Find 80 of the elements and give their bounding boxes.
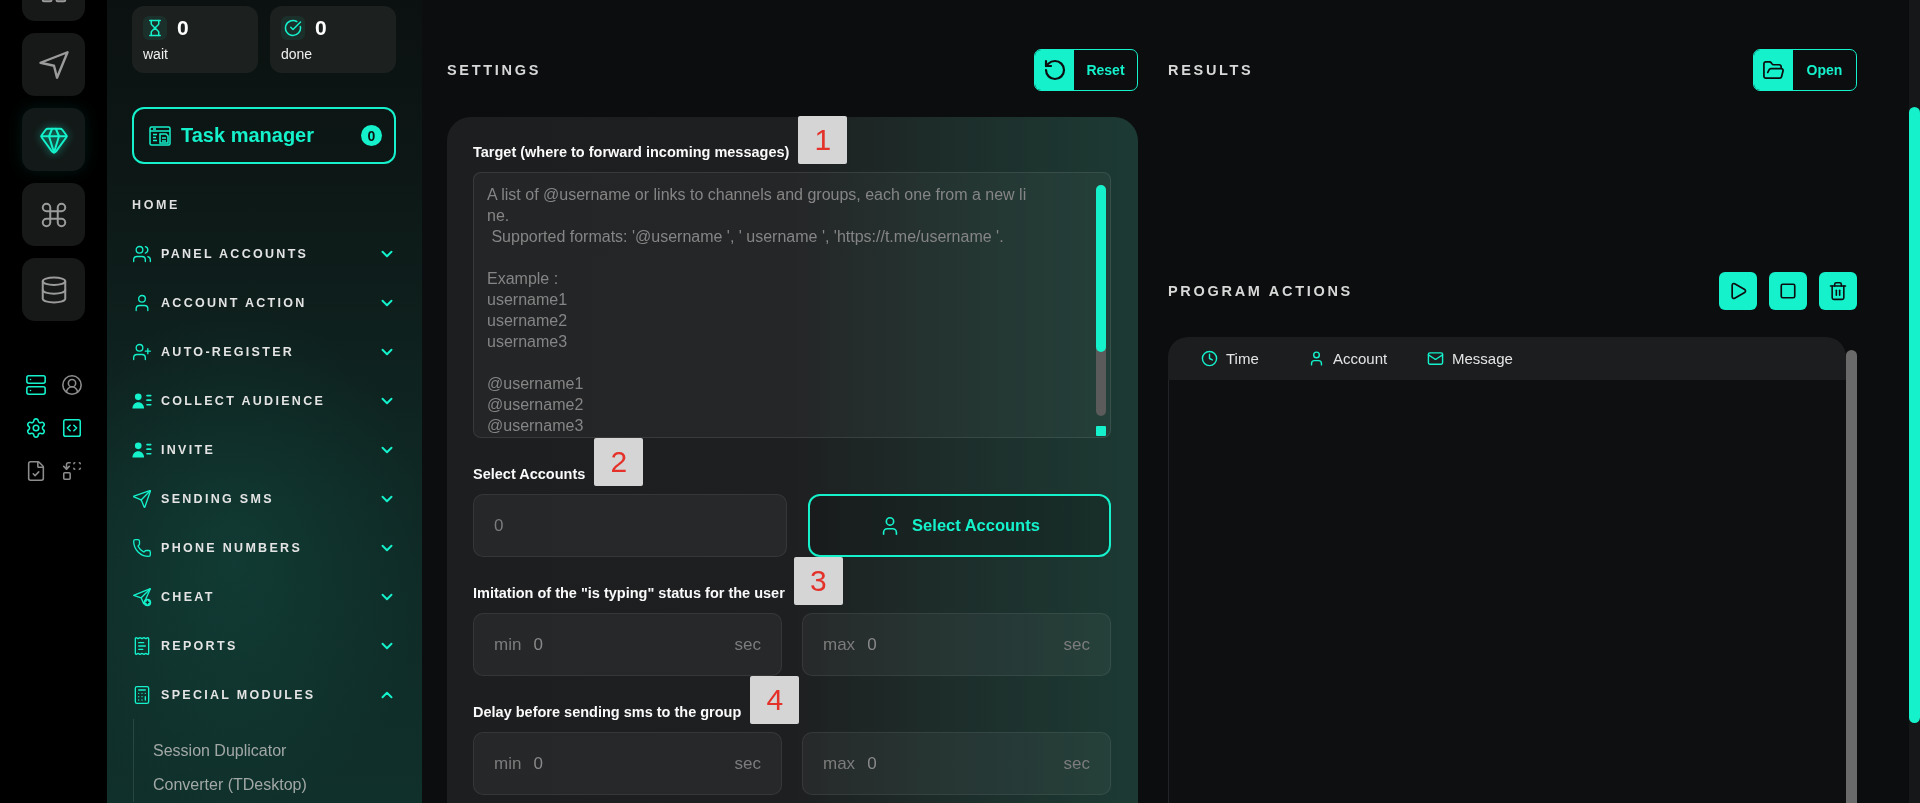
server-icon[interactable] — [25, 374, 47, 396]
nav-item[interactable]: HOME — [132, 180, 180, 229]
section-title: PROGRAM ACTIONS — [1168, 283, 1353, 299]
nav-item[interactable]: PANEL ACCOUNTS — [132, 229, 396, 278]
nav-item[interactable]: INVITE — [132, 425, 396, 474]
nav-item[interactable]: COLLECT AUDIENCE — [132, 376, 396, 425]
clock-icon — [1201, 350, 1218, 367]
calculator-icon — [132, 684, 152, 705]
folder-icon — [1754, 50, 1793, 90]
code-window-icon[interactable] — [61, 417, 83, 439]
scrollbar-track[interactable] — [1096, 185, 1106, 416]
start-button[interactable] — [1719, 272, 1757, 310]
user-icon — [1308, 350, 1325, 367]
paper-plane-icon — [38, 49, 69, 80]
field-label: Delay before sending sms to the group — [473, 704, 742, 720]
mail-icon — [1427, 350, 1444, 367]
stat-label: done — [281, 46, 313, 62]
scrollbar-thumb[interactable] — [1096, 185, 1106, 352]
nav-item[interactable]: ACCOUNT ACTION — [132, 278, 396, 327]
seconds-input[interactable]: min 0 sec — [473, 732, 782, 795]
task-manager-button[interactable]: Task manager 0 — [132, 107, 396, 164]
receipt-icon — [132, 635, 152, 656]
accounts-count-field[interactable]: 0 — [473, 494, 787, 557]
check-circle-icon — [281, 16, 305, 40]
stat-value: 0 — [315, 16, 327, 40]
scrollbar-track[interactable] — [1909, 0, 1920, 803]
nav-item[interactable]: SPECIAL MODULES — [132, 670, 396, 719]
field-label: Select Accounts — [473, 466, 586, 482]
nav-item[interactable]: CHEAT — [132, 572, 396, 621]
play-icon — [1728, 281, 1748, 301]
nav-subitem[interactable]: Session Duplicator — [134, 734, 287, 768]
paper-plane-plus-icon — [132, 586, 152, 607]
annotation-marker: 3 — [793, 557, 843, 605]
field-label: Target (where to forward incoming messages) — [473, 144, 790, 160]
rail-button[interactable] — [22, 183, 85, 246]
nav-item[interactable]: SENDING SMS — [132, 474, 396, 523]
users-icon — [132, 243, 152, 264]
swap-icon[interactable] — [61, 460, 83, 482]
reset-button[interactable]: Reset — [1034, 49, 1138, 91]
trash-icon — [1828, 281, 1848, 301]
rail-button[interactable] — [22, 258, 85, 321]
annotation-marker: 4 — [750, 676, 800, 724]
select-accounts-button[interactable]: Select Accounts — [808, 494, 1111, 557]
phone-icon — [132, 537, 152, 558]
resize-handle-icon[interactable] — [1096, 426, 1106, 436]
count-badge: 0 — [361, 125, 382, 146]
seconds-input[interactable]: max 0 sec — [802, 732, 1111, 795]
hourglass-icon — [143, 16, 167, 40]
annotation-marker: 1 — [798, 116, 848, 164]
reset-icon — [1035, 50, 1074, 90]
open-button[interactable]: Open — [1753, 49, 1857, 91]
scrollbar-thumb[interactable] — [1846, 350, 1857, 803]
user-plus-icon — [132, 341, 152, 362]
stop-icon — [1779, 282, 1797, 300]
task-window-icon — [148, 123, 172, 148]
section-title: RESULTS — [1168, 62, 1254, 78]
rail-button[interactable] — [22, 108, 85, 171]
field-label: Imitation of the "is typing" status for the user — [473, 585, 785, 601]
seconds-input[interactable]: min 0 sec — [473, 613, 782, 676]
nav-subitem[interactable]: Converter (TDesktop) — [134, 768, 307, 802]
rail-button[interactable] — [22, 33, 85, 96]
paper-plane-icon — [132, 488, 152, 509]
annotation-marker: 2 — [594, 438, 644, 486]
stop-button[interactable] — [1769, 272, 1807, 310]
nav-item[interactable]: AUTO-REGISTER — [132, 327, 396, 376]
checklist-icon[interactable] — [25, 460, 47, 482]
stat-value: 0 — [177, 16, 189, 40]
settings-icon[interactable] — [25, 417, 47, 439]
column-header: Message — [1452, 350, 1513, 367]
target-textarea[interactable]: A list of @username or links to channels and groups, each one from a new li ne. Supported formats: '@username ', ' username ', 'https://t.me/username '. Example : username1 username2 username3 @username1 @username2 @username3 — [473, 172, 1111, 438]
section-title: SETTINGS — [447, 62, 542, 78]
scrollbar-thumb[interactable] — [1909, 107, 1920, 723]
delete-button[interactable] — [1819, 272, 1857, 310]
column-header: Time — [1226, 350, 1259, 367]
seconds-input[interactable]: max 0 sec — [802, 613, 1111, 676]
nav-item[interactable]: REPORTS — [132, 621, 396, 670]
stat-label: wait — [143, 46, 168, 62]
column-header: Account — [1333, 350, 1388, 367]
nav-item[interactable]: PHONE NUMBERS — [132, 523, 396, 572]
user-circle-icon[interactable] — [61, 374, 83, 396]
